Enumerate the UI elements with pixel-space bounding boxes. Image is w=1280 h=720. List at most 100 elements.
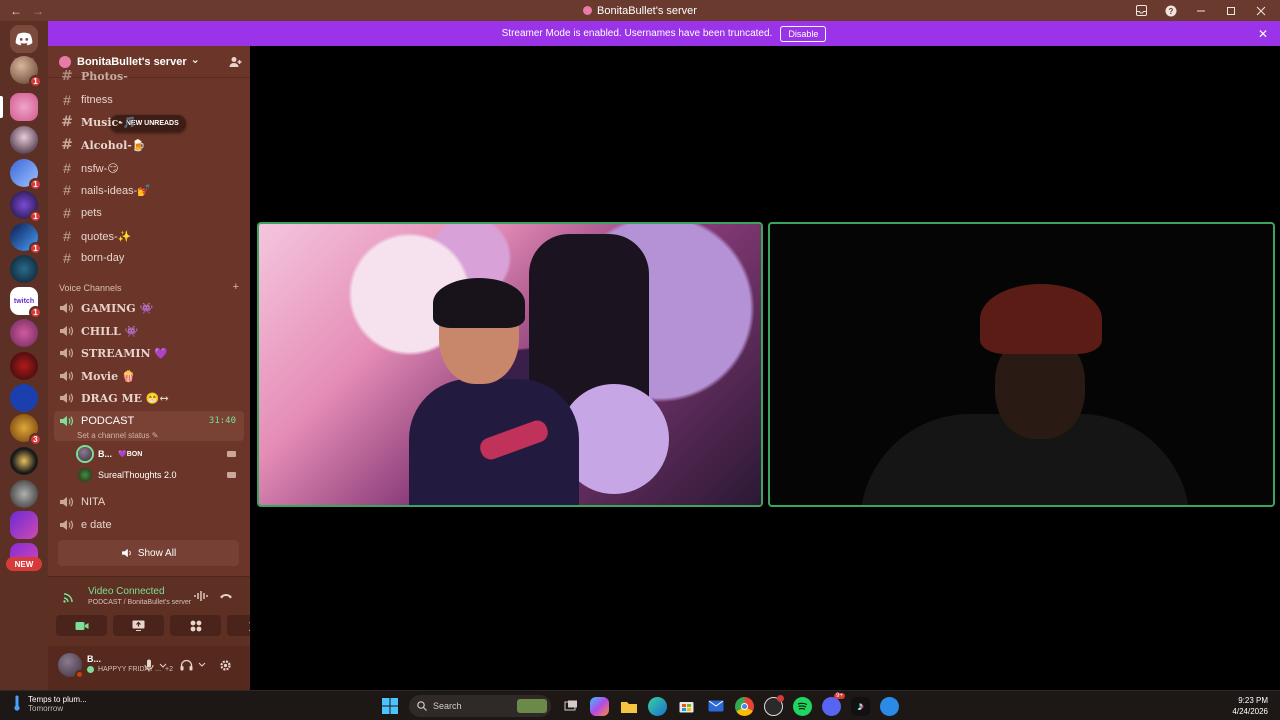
forward-button[interactable]: →	[32, 4, 44, 18]
file-explorer-icon[interactable]	[619, 697, 638, 716]
maximize-icon[interactable]	[1224, 6, 1238, 16]
voice-channel-nita[interactable]: NITA	[54, 492, 244, 512]
text-channel-icon: #	[61, 114, 73, 130]
channel-music[interactable]: # Music-🎵	[54, 112, 244, 132]
thermometer-icon	[14, 695, 20, 711]
server-icon-5[interactable]: 1	[10, 191, 42, 223]
set-channel-status[interactable]: Set a channel status ✎	[77, 431, 158, 440]
server-icon-13[interactable]	[10, 447, 38, 475]
voice-status[interactable]: Video Connected	[88, 586, 165, 597]
store-icon[interactable]	[677, 697, 696, 716]
tiktok-icon[interactable]: ♪	[851, 696, 870, 716]
misc-app-icon[interactable]	[880, 696, 899, 716]
channel-alcohol[interactable]: # Alcohol-🍺	[54, 135, 244, 155]
task-view-icon[interactable]	[561, 697, 580, 716]
close-window-icon[interactable]	[1254, 6, 1268, 16]
server-icon-7[interactable]	[10, 255, 38, 283]
channel-fitness[interactable]: # fitness	[54, 90, 244, 110]
video-tile-guest[interactable]	[768, 222, 1275, 507]
server-icon-twitch[interactable]: twitch 1	[10, 287, 42, 319]
channel-quotes[interactable]: # quotes-✨	[54, 226, 244, 246]
server-icon-15[interactable]	[10, 511, 38, 539]
gear-icon[interactable]	[219, 659, 232, 672]
channel-pets[interactable]: # pets	[54, 203, 244, 223]
voice-member[interactable]: B... 💜BON	[78, 444, 242, 464]
text-channel-icon: #	[63, 160, 71, 176]
server-icon-9[interactable]	[10, 319, 38, 347]
headphones-control[interactable]	[180, 659, 206, 671]
copilot-icon[interactable]	[590, 696, 609, 716]
voice-channel-e-date[interactable]: e date	[54, 515, 244, 535]
edge-icon[interactable]	[648, 696, 667, 716]
channel-label: PODCAST	[81, 415, 135, 427]
weather-widget[interactable]: Temps to plum... Tomorrow	[14, 695, 87, 713]
camera-button[interactable]	[56, 615, 107, 636]
voice-member[interactable]: SurealThoughts 2.0	[78, 465, 242, 485]
server-rail: 1 1 1 1 twitch 1 3 NEW	[0, 21, 48, 690]
voice-channel-drag-me[interactable]: DRAG ME 😁↔	[54, 388, 244, 408]
server-icon-bonitabullet[interactable]	[0, 93, 38, 121]
user-name[interactable]: B...	[87, 654, 101, 664]
server-icon-4[interactable]: 1	[10, 159, 42, 191]
help-icon[interactable]: ?	[1164, 5, 1178, 17]
spotify-icon[interactable]	[793, 696, 812, 716]
channel-photos[interactable]: # Photos-	[54, 70, 244, 82]
server-icon-10[interactable]	[10, 352, 38, 380]
channel-born-day[interactable]: # born-day	[54, 248, 244, 268]
window-title-text: BonitaBullet's server	[597, 4, 697, 17]
minimize-icon[interactable]	[1194, 6, 1208, 16]
channel-label: fitness	[81, 94, 113, 106]
back-button[interactable]: ←	[10, 4, 22, 18]
podcast-header[interactable]: PODCAST 31:40	[54, 411, 244, 431]
server-icon-1[interactable]: 1	[10, 56, 42, 88]
discord-icon[interactable]: 9+	[822, 692, 845, 716]
streamer-mode-banner: Streamer Mode is enabled. Usernames have…	[48, 21, 1280, 46]
channel-label: Music-🎵	[81, 115, 137, 129]
voice-action-buttons	[56, 615, 278, 636]
channel-nsfw[interactable]: # nsfw-😏	[54, 158, 244, 178]
mention-badge: 1	[29, 75, 42, 88]
voice-channels-category[interactable]: Voice Channels +	[59, 281, 239, 293]
activities-button[interactable]	[170, 615, 221, 636]
screen-share-icon	[132, 620, 145, 631]
voice-timer: 31:40	[208, 416, 236, 426]
category-label: Voice Channels	[59, 283, 122, 293]
inbox-icon[interactable]	[1134, 5, 1148, 16]
disable-streamer-mode-button[interactable]: Disable	[780, 25, 827, 42]
window-controls: ?	[1134, 0, 1280, 21]
voice-location[interactable]: PODCAST / BonitaBullet's server	[88, 599, 191, 606]
channel-label: Alcohol-🍺	[81, 138, 146, 152]
server-icon-14[interactable]	[10, 480, 38, 508]
server-icon-12[interactable]: 3	[10, 414, 42, 446]
start-button[interactable]	[380, 697, 399, 716]
video-tile-host[interactable]	[257, 222, 763, 507]
mail-icon[interactable]	[706, 697, 725, 716]
new-servers-pill[interactable]: NEW	[6, 557, 42, 571]
voice-channel-streamin[interactable]: STREAMIN 💜	[54, 343, 244, 363]
microphone-icon	[144, 659, 154, 672]
show-all-button[interactable]: Show All	[58, 540, 239, 566]
channel-label: DRAG ME 😁↔	[81, 391, 169, 405]
screen-share-button[interactable]	[113, 615, 164, 636]
chevron-down-icon	[198, 662, 206, 667]
server-icon-11[interactable]	[10, 384, 38, 412]
close-banner-icon[interactable]: ✕	[1258, 27, 1268, 41]
disconnect-icon[interactable]	[219, 590, 233, 602]
weather-subtitle: Tomorrow	[28, 704, 64, 713]
obs-icon[interactable]	[764, 694, 784, 716]
invite-people-icon[interactable]	[228, 55, 242, 69]
user-avatar[interactable]	[58, 653, 84, 679]
discord-home-button[interactable]	[10, 25, 38, 53]
voice-channel-movie[interactable]: Movie 🍿	[54, 366, 244, 386]
server-icon-6[interactable]: 1	[10, 223, 42, 255]
server-icon-3[interactable]	[10, 126, 38, 154]
noise-suppression-icon[interactable]	[194, 590, 208, 602]
voice-channel-gaming[interactable]: GAMING 👾	[54, 298, 244, 318]
system-clock[interactable]: 9:23 PM 4/24/2026	[1232, 695, 1268, 717]
chrome-icon[interactable]	[735, 696, 754, 716]
mic-control[interactable]	[144, 659, 167, 672]
channel-nails-ideas[interactable]: # nails-ideas-💅	[54, 180, 244, 200]
voice-channel-chill[interactable]: CHILL 👾	[54, 321, 244, 341]
add-channel-icon[interactable]: +	[233, 281, 239, 293]
taskbar-search[interactable]: Search	[409, 695, 551, 717]
